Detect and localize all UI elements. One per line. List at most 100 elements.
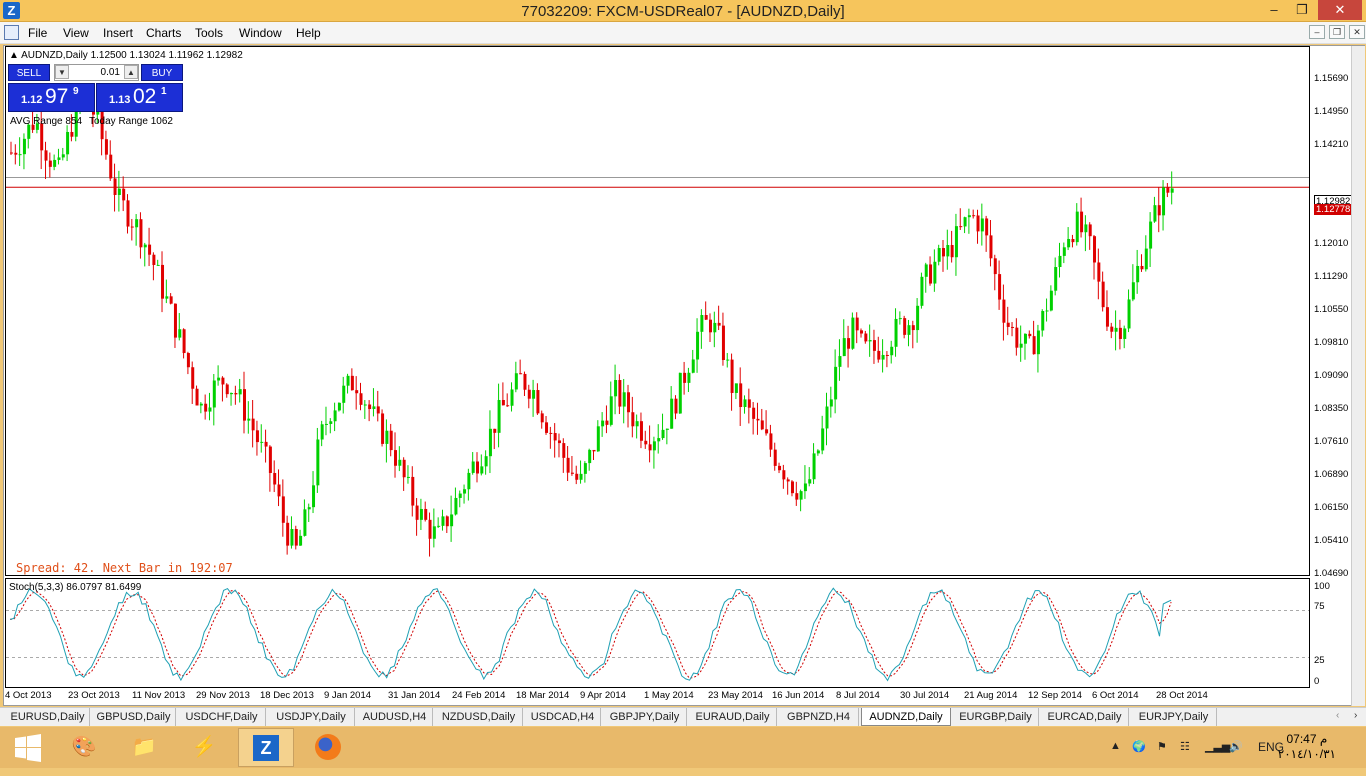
time-axis: 4 Oct 2013 23 Oct 2013 11 Nov 2013 29 No… [5,689,1310,703]
candle-body [1123,328,1127,339]
candle-body [976,215,980,232]
candle-body [1144,248,1148,270]
device-icon[interactable]: ☷ [1180,740,1190,753]
tab-eurgbp[interactable]: EURGBP,Daily [953,708,1039,726]
mt-terminal-icon[interactable]: Z [238,728,294,767]
candle-body [1170,188,1174,193]
candle-body [942,248,945,257]
candle-body [527,389,531,399]
candle-body [566,457,570,473]
chart-collapse-icon[interactable]: ▲ [9,50,19,61]
show-hidden-icons[interactable]: ▲ [1110,740,1121,752]
menu-file[interactable]: File [28,26,47,40]
lot-increase-icon[interactable]: ▲ [124,65,138,79]
x-tick: 18 Mar 2014 [516,690,570,701]
menu-charts[interactable]: Charts [146,26,181,40]
sell-button[interactable]: SELL [8,64,50,81]
stochastic-chart[interactable]: Stoch(5,3,3) 86.0797 81.6499 [5,578,1310,688]
minimize-button[interactable]: – [1260,0,1288,20]
y-tick: 1.14210 [1314,139,1349,150]
candle-body [342,385,346,403]
windows-start-icon[interactable] [0,728,56,767]
candle-body [48,160,52,167]
restore-button[interactable]: ❐ [1288,0,1316,20]
tab-eurusd[interactable]: EURUSD,Daily [6,708,90,726]
candle-body [458,493,462,498]
stochastic-plot [6,587,1309,682]
candle-body [519,373,523,375]
sell-price-pips: 97 [45,85,69,108]
candle-body [743,399,747,408]
candle-body [885,354,889,356]
menu-insert[interactable]: Insert [103,26,133,40]
candle-body [847,338,851,349]
tab-audnzd[interactable]: AUDNZD,Daily [861,708,951,726]
candle-body [1015,327,1019,348]
network-globe-icon[interactable]: 🌍 [1132,740,1146,753]
x-tick: 21 Aug 2014 [964,690,1018,701]
stoch-level-100: 100 [1314,581,1330,592]
y-tick: 1.04690 [1314,568,1349,579]
candle-body [670,398,674,429]
tab-usdcad[interactable]: USDCAD,H4 [525,708,601,726]
candle-body [734,383,738,393]
candle-body [532,390,536,399]
menu-window[interactable]: Window [239,26,282,40]
system-clock[interactable]: 07:47 م ٢٠١٤/١٠/٣١ [1278,732,1336,762]
tab-euraud[interactable]: EURAUD,Daily [689,708,777,726]
trading-app-icon[interactable]: ⚡ [176,728,232,767]
candle-body [1049,290,1053,311]
candle-body [760,420,764,430]
child-close-button[interactable]: ✕ [1349,25,1365,39]
signal-strength-icon[interactable]: ▁▃▅ [1205,740,1230,753]
candle-body [696,331,700,360]
candle-body [1084,224,1088,233]
candle-body [540,413,544,423]
child-minimize-button[interactable]: – [1309,25,1325,39]
sell-price-box[interactable]: 1.12 97 9 [8,83,95,112]
child-restore-button[interactable]: ❐ [1329,25,1345,39]
candle-body [501,399,505,406]
document-menu-icon[interactable] [4,25,19,40]
close-button[interactable]: ✕ [1318,0,1362,20]
candle-body [933,261,937,284]
y-tick: 1.08350 [1314,403,1349,414]
candle-body [980,218,984,232]
candle-body [1071,238,1075,243]
price-chart[interactable]: ▲ AUDNZD,Daily 1.12500 1.13024 1.11962 1… [5,46,1310,576]
paint-icon[interactable]: 🎨 [56,728,112,767]
candlestick-plot [6,85,1309,557]
tab-scroll-right-icon[interactable]: › [1354,710,1357,721]
tab-audusd[interactable]: AUDUSD,H4 [357,708,433,726]
ask-price-label: 1.12778 [1314,204,1353,215]
tab-usdjpy[interactable]: USDJPY,Daily [268,708,355,726]
menu-view[interactable]: View [63,26,89,40]
candle-body [614,380,618,397]
vertical-scrollbar[interactable] [1351,46,1365,706]
buy-price-box[interactable]: 1.13 02 1 [96,83,183,112]
file-explorer-icon[interactable]: 📁 [116,728,172,767]
candle-body [609,396,613,425]
firefox-icon[interactable] [300,728,356,767]
candle-body [130,226,134,228]
candle-body [713,322,717,333]
lot-decrease-icon[interactable]: ▼ [55,65,69,79]
action-center-flag-icon[interactable]: ⚑ [1157,740,1167,753]
tab-eurjpy[interactable]: EURJPY,Daily [1131,708,1217,726]
candle-body [445,516,449,527]
tab-gbpjpy[interactable]: GBPJPY,Daily [603,708,687,726]
candle-body [786,479,790,482]
tab-usdchf[interactable]: USDCHF,Daily [178,708,266,726]
menu-help[interactable]: Help [296,26,321,40]
tab-gbpnzd[interactable]: GBPNZD,H4 [779,708,859,726]
volume-icon[interactable]: 🔊 [1229,740,1243,753]
candle-body [627,392,631,413]
tab-nzdusd[interactable]: NZDUSD,Daily [435,708,523,726]
buy-button[interactable]: BUY [141,64,183,81]
x-tick: 12 Sep 2014 [1028,690,1082,701]
tab-scroll-left-icon[interactable]: ‹ [1336,710,1339,721]
candle-body [398,459,402,466]
tab-gbpusd[interactable]: GBPUSD,Daily [92,708,176,726]
menu-tools[interactable]: Tools [195,26,223,40]
tab-eurcad[interactable]: EURCAD,Daily [1041,708,1129,726]
